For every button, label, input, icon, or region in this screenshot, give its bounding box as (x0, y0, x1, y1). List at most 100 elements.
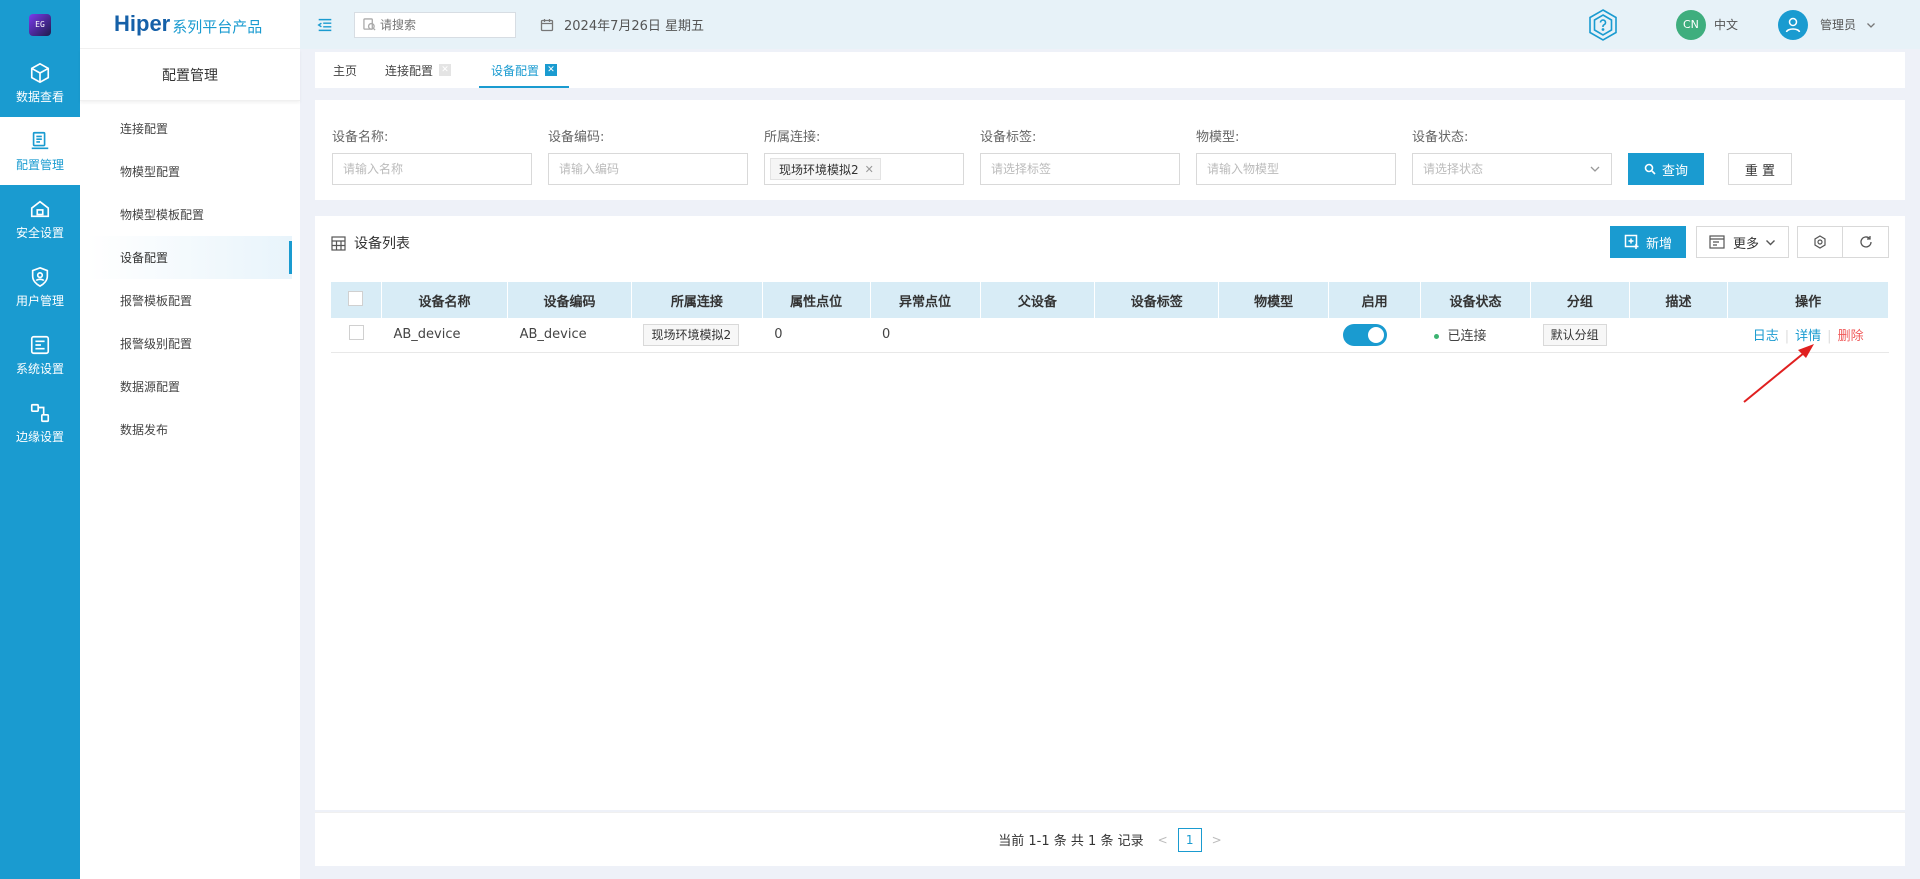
rail-item-data-view[interactable]: 数据查看 (0, 49, 80, 117)
status-text: 已连接 (1447, 329, 1487, 345)
rail-item-security[interactable]: 安全设置 (0, 185, 80, 253)
filter-label: 设备编码: (548, 130, 605, 145)
device-name-input[interactable] (343, 162, 513, 176)
enable-toggle[interactable] (1342, 323, 1387, 346)
table-row: AB_device AB_device 现场环境模拟2 0 0 已连接 默认分组… (331, 318, 1889, 353)
edge-nodes-icon (30, 403, 50, 422)
list-title: 设备列表 (354, 236, 410, 252)
model-input[interactable] (1207, 162, 1377, 176)
column-header[interactable]: 属性点位 (762, 282, 871, 318)
page-tabs: 主页 连接配置 ✕ 设备配置 ✕ (315, 52, 1905, 88)
language-switcher[interactable]: CN 中文 (1675, 9, 1738, 40)
more-label: 更多 (1732, 236, 1759, 252)
date-display: 2024年7月26日 星期五 (540, 15, 704, 34)
rail-item-edge[interactable]: 边缘设置 (0, 389, 80, 457)
secondary-sidebar: Hiper 系列平台产品 配置管理 连接配置 物模型配置 物模型模板配置 设备配… (80, 0, 300, 879)
column-header[interactable]: 设备名称 (381, 282, 509, 318)
filter-label: 所属连接: (764, 130, 821, 145)
sidebar-item-alarm-template-config[interactable]: 报警模板配置 (88, 279, 292, 322)
device-list-panel: 设备列表 新增 更多 设备名称 设备编码 所属连接 属性点位 异常点位 父设备 … (315, 216, 1905, 810)
brand-logo[interactable]: Hiper 系列平台产品 (80, 0, 300, 49)
cube-icon (30, 62, 50, 83)
sidebar-item-device-config[interactable]: 设备配置 (88, 236, 292, 279)
gear-icon (1814, 235, 1826, 249)
delete-link[interactable]: 删除 (1838, 329, 1864, 344)
device-name-field[interactable] (332, 153, 532, 185)
icon-rail: EG 数据查看 配置管理 安全设置 用户管理 系统设置 边缘设置 (0, 0, 80, 879)
close-icon[interactable]: ✕ (439, 64, 452, 76)
select-all-checkbox[interactable] (348, 290, 364, 306)
app-logo[interactable]: EG (0, 0, 80, 49)
column-header[interactable]: 设备状态 (1420, 282, 1532, 318)
more-dropdown[interactable]: 更多 (1695, 226, 1789, 258)
column-header[interactable]: 操作 (1727, 282, 1889, 318)
tab-home[interactable]: 主页 (333, 52, 357, 88)
query-button[interactable]: 查询 (1628, 153, 1705, 185)
cell-attr-points: 0 (762, 318, 870, 353)
help-hexagon-icon[interactable] (1586, 8, 1620, 42)
search-input[interactable] (380, 17, 500, 32)
reset-button[interactable]: 重 置 (1728, 153, 1792, 185)
rail-item-label: 安全设置 (15, 225, 64, 240)
cell-group: 默认分组 (1530, 318, 1630, 353)
column-header[interactable]: 父设备 (980, 282, 1096, 318)
table-grid-icon (331, 235, 346, 251)
system-settings-icon (30, 335, 50, 354)
column-header[interactable]: 物模型 (1218, 282, 1330, 318)
device-status-input[interactable] (1423, 162, 1593, 176)
close-icon[interactable]: ✕ (545, 64, 558, 76)
group-tag: 默认分组 (1542, 323, 1607, 346)
rail-item-config[interactable]: 配置管理 (0, 117, 80, 185)
refresh-button[interactable] (1843, 226, 1889, 258)
tab-connection-config[interactable]: 连接配置 ✕ (385, 52, 452, 88)
cell-enabled (1328, 318, 1421, 353)
list-toolbar: 新增 更多 (1609, 226, 1889, 258)
device-status-select[interactable] (1412, 153, 1612, 185)
filter-device-status: 设备状态: (1412, 126, 1612, 185)
column-settings-button[interactable] (1797, 226, 1843, 258)
query-label: 查询 (1662, 163, 1689, 179)
menu-toggle-icon[interactable] (316, 16, 334, 34)
device-tag-select[interactable] (980, 153, 1180, 185)
avatar (1777, 9, 1808, 40)
close-icon[interactable]: ✕ (865, 163, 874, 176)
column-header[interactable]: 描述 (1629, 282, 1729, 318)
rail-item-system[interactable]: 系统设置 (0, 321, 80, 389)
sidebar-item-data-publish[interactable]: 数据发布 (88, 408, 292, 451)
connection-select[interactable]: 现场环境模拟2 ✕ (764, 153, 964, 185)
row-checkbox[interactable] (348, 325, 364, 341)
add-device-button[interactable]: 新增 (1609, 226, 1686, 258)
column-header[interactable]: 所属连接 (631, 282, 763, 318)
next-page-icon[interactable]: > (1212, 833, 1222, 847)
rail-item-label: 配置管理 (15, 157, 64, 172)
filter-device-tag: 设备标签: (980, 126, 1180, 185)
device-code-field[interactable] (548, 153, 748, 185)
column-header[interactable]: 设备编码 (507, 282, 632, 318)
column-header[interactable]: 分组 (1530, 282, 1630, 318)
rail-item-label: 用户管理 (15, 293, 64, 308)
page-number-button[interactable]: 1 (1177, 827, 1202, 852)
sidebar-item-model-config[interactable]: 物模型配置 (88, 150, 292, 193)
device-code-input[interactable] (559, 162, 729, 176)
model-field[interactable] (1196, 153, 1396, 185)
sidebar-item-alarm-level-config[interactable]: 报警级别配置 (88, 322, 292, 365)
cell-device-code: AB_device (507, 318, 632, 353)
house-lock-icon (30, 200, 50, 217)
column-header[interactable]: 异常点位 (870, 282, 981, 318)
column-header[interactable]: 启用 (1328, 282, 1421, 318)
column-header[interactable]: 设备标签 (1094, 282, 1220, 318)
filter-label: 设备标签: (980, 130, 1037, 145)
rail-item-users[interactable]: 用户管理 (0, 253, 80, 321)
cell-status: 已连接 (1420, 318, 1531, 353)
chevron-down-icon (1766, 239, 1775, 245)
device-tag-input[interactable] (991, 162, 1161, 176)
device-table: 设备名称 设备编码 所属连接 属性点位 异常点位 父设备 设备标签 物模型 启用… (331, 282, 1889, 353)
sidebar-item-connection-config[interactable]: 连接配置 (88, 107, 292, 150)
filter-model: 物模型: (1196, 126, 1396, 185)
sidebar-item-model-template-config[interactable]: 物模型模板配置 (88, 193, 292, 236)
tab-device-config[interactable]: 设备配置 ✕ (479, 52, 570, 88)
user-menu[interactable]: 管理员 (1777, 9, 1876, 40)
sidebar-item-datasource-config[interactable]: 数据源配置 (88, 365, 292, 408)
prev-page-icon[interactable]: < (1158, 833, 1168, 847)
global-search[interactable] (354, 11, 516, 38)
